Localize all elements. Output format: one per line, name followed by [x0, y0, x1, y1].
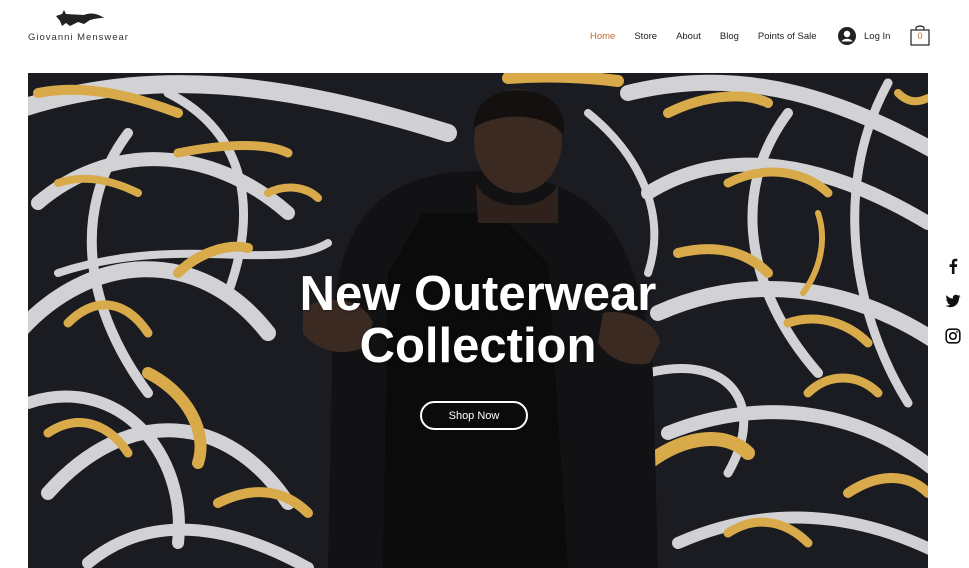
nav-item-blog[interactable]: Blog: [720, 31, 739, 42]
main-nav: Home Store About Blog Points of Sale: [590, 31, 836, 42]
fox-icon: [56, 10, 104, 26]
instagram-icon[interactable]: [945, 328, 961, 344]
nav-item-points-of-sale[interactable]: Points of Sale: [758, 31, 817, 42]
login-label: Log In: [864, 30, 891, 42]
hero-banner: New Outerwear Collection Shop Now: [28, 73, 928, 568]
shop-now-button[interactable]: Shop Now: [420, 401, 528, 430]
nav-item-store[interactable]: Store: [634, 31, 657, 42]
hero-headline: New Outerwear Collection: [28, 268, 928, 372]
login-button[interactable]: Log In: [838, 27, 890, 45]
facebook-icon[interactable]: [945, 258, 961, 274]
cart-button[interactable]: 0: [910, 24, 930, 46]
user-avatar-icon: [838, 27, 856, 45]
social-bar: [945, 258, 963, 363]
hero-headline-line2: Collection: [359, 319, 597, 373]
hero-headline-line1: New Outerwear: [299, 267, 657, 321]
cart-count: 0: [917, 31, 923, 41]
twitter-icon[interactable]: [945, 293, 961, 309]
nav-item-about[interactable]: About: [676, 31, 701, 42]
nav-item-home[interactable]: Home: [590, 31, 615, 42]
brand-name: Giovanni Menswear: [28, 32, 129, 43]
